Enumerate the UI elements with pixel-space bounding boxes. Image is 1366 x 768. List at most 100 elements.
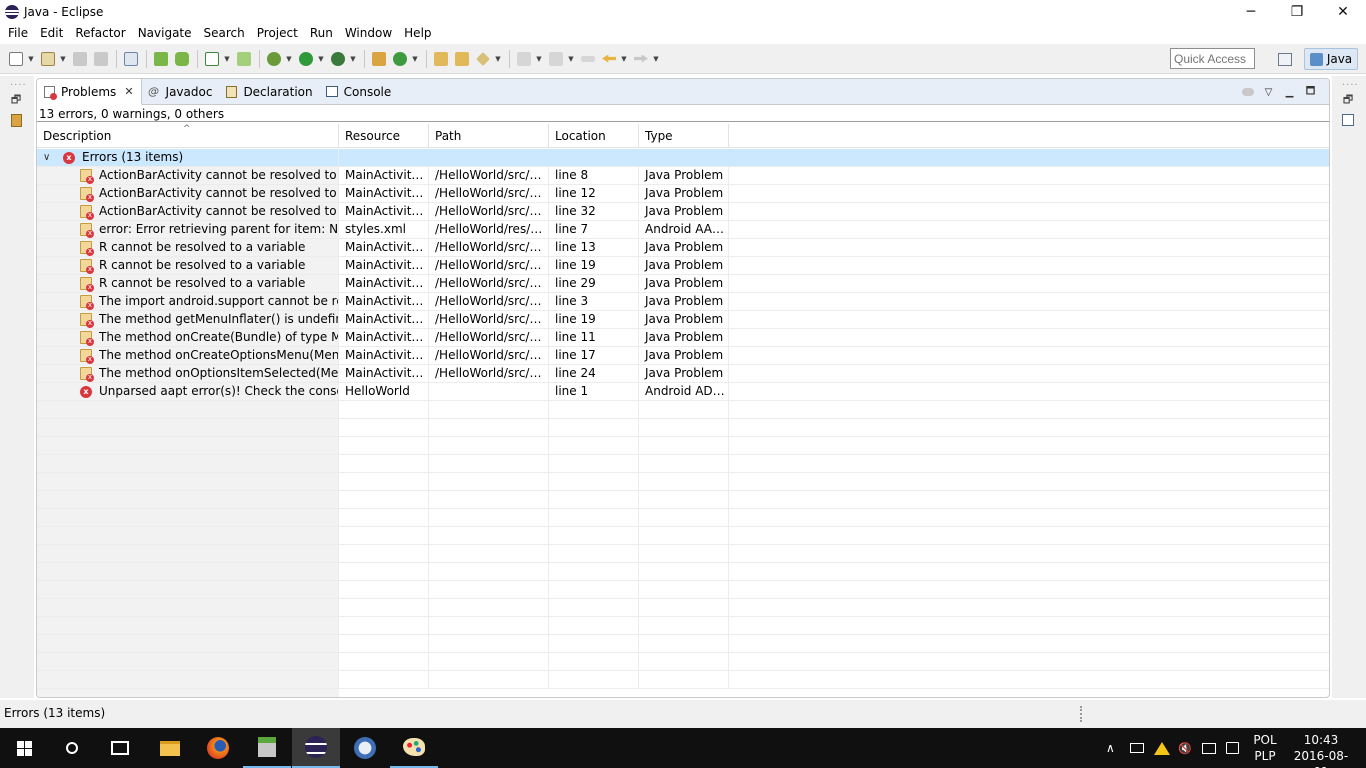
downloader-button[interactable] <box>243 728 291 768</box>
menu-project[interactable]: Project <box>251 23 304 43</box>
external-tools-icon[interactable] <box>328 49 348 69</box>
forward-arrow-icon[interactable] <box>631 49 651 69</box>
java-perspective-button[interactable]: Java <box>1304 48 1358 70</box>
problem-row[interactable]: R cannot be resolved to a variable MainAc… <box>37 275 1329 293</box>
column-location[interactable]: Location <box>549 124 639 148</box>
minimize-view-icon[interactable]: ▁ <box>1279 83 1300 101</box>
problem-row[interactable]: ActionBarActivity cannot be resolved to … <box>37 203 1329 221</box>
group-row-errors[interactable]: ∨ x Errors (13 items) <box>37 149 1329 167</box>
last-edit-location-icon[interactable] <box>578 49 598 69</box>
chevron-down-icon[interactable]: ∨ <box>43 149 57 166</box>
lint-dropdown-icon[interactable]: ▼ <box>223 49 231 69</box>
menu-file[interactable]: File <box>2 23 34 43</box>
column-path[interactable]: Path <box>429 124 549 148</box>
new-dropdown-icon[interactable]: ▼ <box>27 49 35 69</box>
debug-icon[interactable] <box>264 49 284 69</box>
file-explorer-button[interactable] <box>146 728 194 768</box>
run-icon[interactable] <box>296 49 316 69</box>
trim-grip-icon[interactable]: ···· <box>10 80 27 91</box>
status-grip-icon[interactable] <box>1080 706 1082 722</box>
skip-breakpoints-icon[interactable] <box>121 49 141 69</box>
problem-row[interactable]: The method onCreateOptionsMenu(Menu) of … <box>37 347 1329 365</box>
open-type-icon[interactable] <box>431 49 451 69</box>
view-menu-icon[interactable]: ▽ <box>1258 83 1279 101</box>
taskbar-clock[interactable]: 10:43 2016-08-01 <box>1288 732 1354 768</box>
column-type[interactable]: Type <box>639 124 729 148</box>
outline-icon[interactable] <box>1340 112 1356 128</box>
column-description[interactable]: Description ^ <box>37 124 339 148</box>
external-tools-dropdown-icon[interactable]: ▼ <box>349 49 357 69</box>
keyboard-tray-icon[interactable] <box>1130 728 1146 768</box>
search-icon[interactable] <box>473 49 493 69</box>
problem-row[interactable]: R cannot be resolved to a variable MainAc… <box>37 257 1329 275</box>
new-package-icon[interactable] <box>38 49 58 69</box>
close-button[interactable]: ✕ <box>1320 0 1366 23</box>
firefox-button[interactable] <box>194 728 242 768</box>
task-view-button[interactable] <box>96 728 144 768</box>
menu-run[interactable]: Run <box>304 23 339 43</box>
show-hidden-icons-button[interactable]: ∧ <box>1106 728 1120 768</box>
problem-row[interactable]: ActionBarActivity cannot be resolved to … <box>37 167 1329 185</box>
network-tray-icon[interactable] <box>1202 728 1218 768</box>
search-dropdown-icon[interactable]: ▼ <box>494 49 502 69</box>
maximize-view-icon[interactable]: 🗖 <box>1300 83 1321 101</box>
problem-row[interactable]: ActionBarActivity cannot be resolved to … <box>37 185 1329 203</box>
tab-problems[interactable]: Problems ✕ <box>37 79 142 105</box>
problem-row[interactable]: The method onOptionsItemSelected(MenuIte… <box>37 365 1329 383</box>
new-android-project-icon[interactable] <box>234 49 254 69</box>
maximize-button[interactable]: ❐ <box>1274 0 1320 23</box>
back-arrow-icon[interactable] <box>599 49 619 69</box>
quick-access-input[interactable] <box>1170 48 1255 69</box>
restore-icon[interactable]: 🗗 <box>1340 92 1356 108</box>
new-icon[interactable] <box>6 49 26 69</box>
close-tab-icon[interactable]: ✕ <box>124 85 133 98</box>
problem-row[interactable]: The method onCreate(Bundle) of type Main… <box>37 329 1329 347</box>
android-avd-manager-icon[interactable] <box>172 49 192 69</box>
tab-declaration[interactable]: Declaration <box>219 79 319 104</box>
problem-row[interactable]: The method getMenuInflater() is undefine… <box>37 311 1329 329</box>
debug-dropdown-icon[interactable]: ▼ <box>285 49 293 69</box>
back-dropdown-icon[interactable]: ▼ <box>620 49 628 69</box>
save-all-icon[interactable] <box>91 49 111 69</box>
paint-button[interactable] <box>390 728 438 768</box>
volume-tray-icon[interactable]: 🔇 <box>1178 728 1194 768</box>
tab-console[interactable]: Console <box>320 79 399 104</box>
minimize-button[interactable]: ─ <box>1228 0 1274 23</box>
problem-row[interactable]: The import android.support cannot be res… <box>37 293 1329 311</box>
problem-row[interactable]: error: Error retrieving parent for item:… <box>37 221 1329 239</box>
search-taskbar-button[interactable] <box>48 728 96 768</box>
tab-javadoc[interactable]: @ Javadoc <box>142 79 220 104</box>
input-language-indicator[interactable]: POL PLP <box>1250 732 1280 764</box>
open-perspective-button[interactable] <box>1274 48 1296 70</box>
eclipse-taskbar-button[interactable] <box>292 728 340 768</box>
column-resource[interactable]: Resource <box>339 124 429 148</box>
menu-refactor[interactable]: Refactor <box>69 23 131 43</box>
trim-grip-icon[interactable]: ···· <box>1342 80 1359 91</box>
next-annotation-dropdown-icon[interactable]: ▼ <box>535 49 543 69</box>
google-drive-tray-icon[interactable] <box>1154 728 1170 768</box>
previous-annotation-dropdown-icon[interactable]: ▼ <box>567 49 575 69</box>
previous-annotation-icon[interactable] <box>546 49 566 69</box>
problem-row[interactable]: x Unparsed aapt error(s)! Check the conso… <box>37 383 1329 401</box>
menu-navigate[interactable]: Navigate <box>132 23 198 43</box>
thunderbird-button[interactable] <box>341 728 389 768</box>
menu-search[interactable]: Search <box>198 23 251 43</box>
android-sdk-manager-icon[interactable] <box>151 49 171 69</box>
open-task-icon[interactable] <box>452 49 472 69</box>
new-java-class-icon[interactable] <box>390 49 410 69</box>
package-explorer-icon[interactable] <box>8 112 24 128</box>
restore-icon[interactable]: 🗗 <box>8 92 24 108</box>
filter-icon[interactable] <box>1237 83 1258 101</box>
new-package-dropdown-icon[interactable]: ▼ <box>59 49 67 69</box>
lint-check-icon[interactable] <box>202 49 222 69</box>
action-center-tray-icon[interactable] <box>1226 728 1242 768</box>
new-java-package-icon[interactable] <box>369 49 389 69</box>
problem-row[interactable]: R cannot be resolved to a variable MainAc… <box>37 239 1329 257</box>
run-dropdown-icon[interactable]: ▼ <box>317 49 325 69</box>
next-annotation-icon[interactable] <box>514 49 534 69</box>
new-class-dropdown-icon[interactable]: ▼ <box>411 49 419 69</box>
save-icon[interactable] <box>70 49 90 69</box>
forward-dropdown-icon[interactable]: ▼ <box>652 49 660 69</box>
menu-window[interactable]: Window <box>339 23 398 43</box>
menu-help[interactable]: Help <box>398 23 437 43</box>
